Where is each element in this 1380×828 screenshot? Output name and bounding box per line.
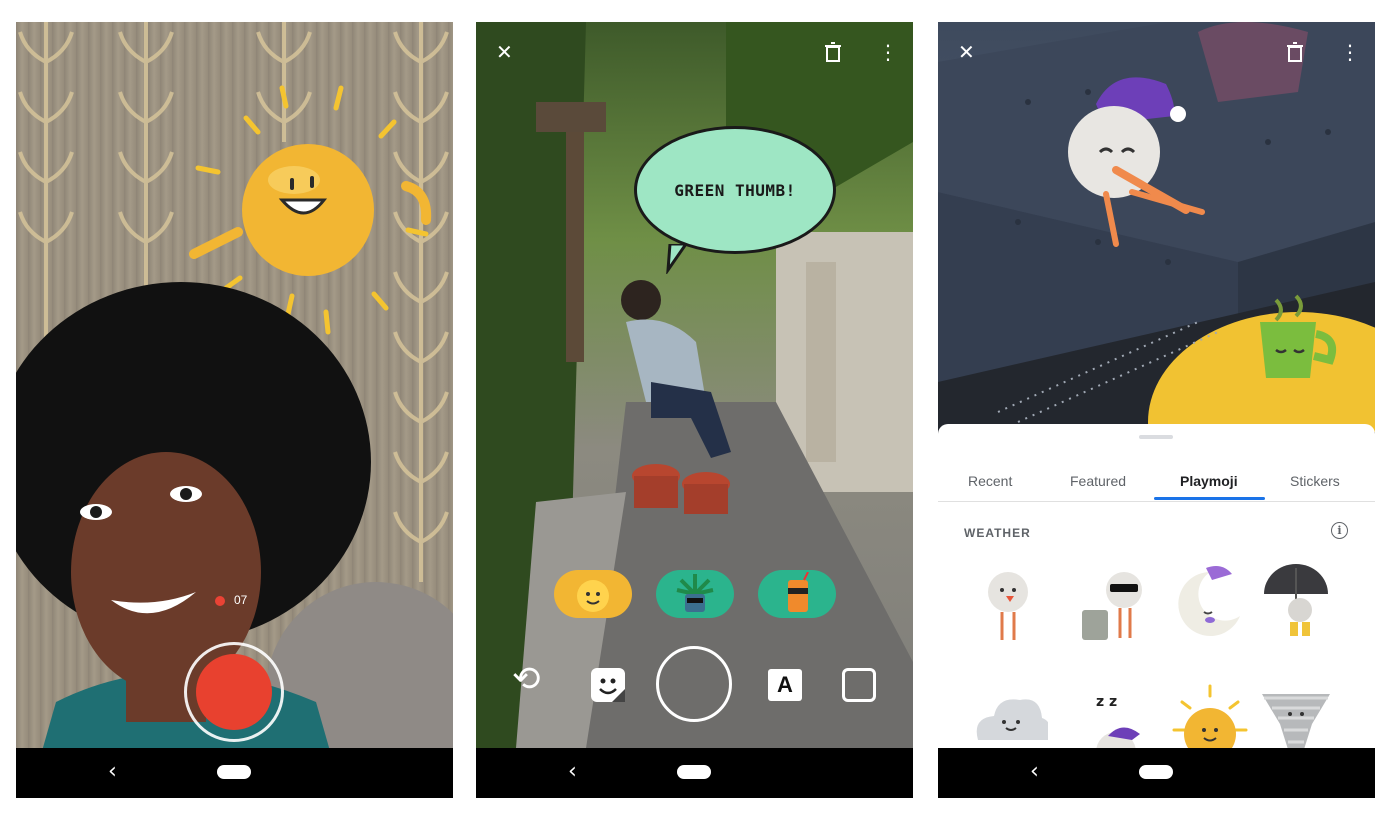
home-pill-button[interactable] xyxy=(217,765,251,779)
close-icon[interactable]: ✕ xyxy=(496,40,513,64)
playmoji-picker-screen: ✕ ⋮ Recent Featured Playmoji Stickers WE… xyxy=(938,22,1375,798)
snowball-playmoji-sticker[interactable] xyxy=(1056,74,1216,254)
system-nav-bar: ‹ xyxy=(16,748,453,798)
home-pill-button[interactable] xyxy=(1139,765,1173,779)
shape-tool-button[interactable] xyxy=(842,668,876,702)
svg-text:z z: z z xyxy=(1096,694,1117,710)
sticker-picker-panel: Recent Featured Playmoji Stickers WEATHE… xyxy=(938,424,1375,766)
sticker-suggestion-sun[interactable] xyxy=(554,570,632,618)
back-icon[interactable]: ‹ xyxy=(1030,760,1039,784)
tab-featured[interactable]: Featured xyxy=(1070,473,1126,489)
tab-stickers[interactable]: Stickers xyxy=(1290,473,1340,489)
speech-bubble-tail xyxy=(666,244,688,274)
tab-recent[interactable]: Recent xyxy=(968,473,1012,489)
mug-playmoji-sticker[interactable] xyxy=(1236,294,1346,394)
playmoji-snowball-standing[interactable] xyxy=(968,562,1048,642)
juice-sticker-icon xyxy=(788,572,809,612)
back-icon[interactable]: ‹ xyxy=(568,760,577,784)
speech-bubble-sticker[interactable]: GREEN THUMB! xyxy=(634,126,836,254)
recording-indicator-dot xyxy=(215,596,225,606)
home-pill-button[interactable] xyxy=(677,765,711,779)
section-title: WEATHER xyxy=(964,526,1031,540)
speech-bubble-text: GREEN THUMB! xyxy=(674,180,796,200)
active-tab-indicator xyxy=(1154,497,1265,500)
info-icon[interactable]: i xyxy=(1331,522,1348,539)
close-icon[interactable]: ✕ xyxy=(958,40,975,64)
drag-handle[interactable] xyxy=(1139,435,1173,439)
camera-screen-selfie: 07 ‹ xyxy=(16,22,453,798)
playmoji-snowball-sunglasses[interactable] xyxy=(1076,562,1156,642)
text-tool-button[interactable]: A xyxy=(768,669,802,701)
flip-camera-icon[interactable]: ⟲ xyxy=(512,662,541,696)
system-nav-bar: ‹ xyxy=(938,748,1375,798)
back-icon[interactable]: ‹ xyxy=(108,760,117,784)
playmoji-umbrella[interactable] xyxy=(1256,560,1336,640)
sticker-suggestion-juice[interactable] xyxy=(758,570,836,618)
playmoji-moon-sleeping[interactable] xyxy=(1170,562,1250,642)
camera-screen-garden: GREEN THUMB! ✕ ⋮ ⟲ A ‹ xyxy=(476,22,913,798)
recording-timer: 07 xyxy=(234,593,248,607)
record-button[interactable] xyxy=(196,654,272,730)
tab-divider xyxy=(938,501,1375,502)
plant-sticker-icon xyxy=(676,574,714,612)
shutter-button[interactable] xyxy=(656,646,732,722)
more-options-icon[interactable]: ⋮ xyxy=(1340,40,1360,64)
sticker-picker-icon[interactable] xyxy=(590,667,626,703)
system-nav-bar: ‹ xyxy=(476,748,913,798)
more-options-icon[interactable]: ⋮ xyxy=(878,40,898,64)
delete-icon[interactable] xyxy=(824,42,842,62)
delete-icon[interactable] xyxy=(1286,42,1304,62)
sun-sticker-icon xyxy=(577,580,609,612)
tab-playmoji[interactable]: Playmoji xyxy=(1180,473,1238,489)
sticker-suggestion-plant[interactable] xyxy=(656,570,734,618)
